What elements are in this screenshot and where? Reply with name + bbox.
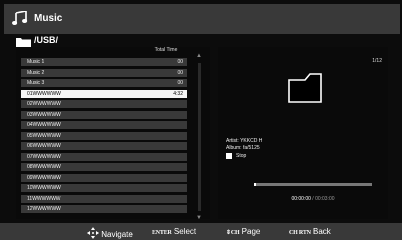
- list-item-name: 08WWWWWW: [27, 164, 61, 170]
- list-item[interactable]: Music 2 00: [21, 68, 187, 77]
- list-item-name: 09WWWWWW: [27, 174, 61, 181]
- list-item[interactable]: 11WWWWWW: [21, 194, 187, 203]
- list-scrollbar[interactable]: ▲ ▼: [194, 53, 206, 221]
- progress-fill: [254, 183, 257, 186]
- hint-select[interactable]: ENTER Select: [152, 227, 196, 236]
- scroll-up-arrow-icon[interactable]: ▲: [196, 53, 202, 59]
- navigate-arrows-icon: [87, 227, 99, 239]
- scroll-track[interactable]: [198, 63, 201, 211]
- folder-large-icon: [288, 73, 322, 103]
- list-item-time: 00: [177, 69, 183, 76]
- total-time: / 00:03:00: [312, 196, 335, 202]
- page-count: 1/12: [372, 58, 382, 64]
- app-header: Music: [4, 4, 400, 34]
- list-item[interactable]: 07WWWWWW: [21, 152, 187, 161]
- hint-navigate-label: Navigate: [101, 230, 133, 239]
- list-item-name: 02WWWWWW: [27, 101, 61, 107]
- total-time-header: Total Time: [154, 47, 178, 53]
- music-note-icon: [12, 11, 28, 25]
- hint-page[interactable]: ⇕CH Page: [226, 227, 260, 236]
- hint-select-label: Select: [173, 227, 197, 236]
- list-item-name: Music 2: [27, 69, 45, 76]
- list-item[interactable]: 04WWWWWW: [21, 121, 187, 129]
- artist-label: Artist: YKKCD H: [226, 138, 263, 144]
- list-item[interactable]: 12WWWWWW: [21, 205, 187, 213]
- list-item-name: 03WWWWWW: [27, 111, 61, 118]
- list-item-name: 05WWWWWW: [27, 132, 61, 139]
- list-item[interactable]: 02WWWWWW: [21, 100, 187, 108]
- info-panel: 1/12 Artist: YKKCD H Album: fa/5125 Stop…: [218, 47, 388, 219]
- list-item-name: Music 3: [27, 80, 45, 86]
- scroll-down-arrow-icon[interactable]: ▼: [196, 215, 202, 221]
- app-title: Music: [34, 13, 63, 24]
- list-item-name: 12WWWWWW: [27, 206, 61, 212]
- ch-updown-key-icon: ⇕CH: [226, 230, 240, 236]
- list-item-name: Music 1: [27, 59, 45, 65]
- list-item-time: 4:32: [173, 90, 183, 97]
- list-item[interactable]: 08WWWWWW: [21, 163, 187, 171]
- list-item-name: 01WWWWWW: [27, 90, 61, 97]
- list-item-time: 00: [177, 59, 183, 65]
- list-item[interactable]: 06WWWWWW: [21, 142, 187, 150]
- progress-bar[interactable]: [254, 183, 372, 186]
- list-item[interactable]: 09WWWWWW: [21, 173, 187, 182]
- playback-time: 00:00:00 / 00:03:00: [254, 196, 372, 202]
- list-item-name: 11WWWWWW: [27, 195, 61, 202]
- hint-navigate[interactable]: Navigate: [87, 227, 133, 239]
- file-list-panel: Total Time Music 1 00 Music 2 00 Music 3 00 01…: [16, 47, 210, 221]
- list-item-name: 07WWWWWW: [27, 153, 61, 160]
- hint-back-label: Back: [313, 227, 331, 236]
- list-item-time: 00: [177, 80, 183, 86]
- stop-label: Stop: [236, 153, 247, 159]
- list-item[interactable]: 05WWWWWW: [21, 131, 187, 140]
- list-item-name: 04WWWWWW: [27, 122, 61, 128]
- hint-back[interactable]: CH RTN Back: [289, 227, 331, 236]
- album-label: Album: fa/5125: [226, 145, 260, 151]
- list-item[interactable]: Music 1 00: [21, 58, 187, 66]
- list-item[interactable]: 10WWWWWW: [21, 184, 187, 192]
- stop-icon: [226, 153, 232, 159]
- current-time: 00:00:00: [291, 196, 311, 202]
- list-item[interactable]: 03WWWWWW: [21, 110, 187, 119]
- ch-rtn-key-icon: CH RTN: [289, 230, 311, 236]
- list-item-name: 10WWWWWW: [27, 185, 61, 191]
- enter-key-icon: ENTER: [152, 230, 172, 236]
- list-item-name: 06WWWWWW: [27, 143, 61, 149]
- list-item[interactable]: 01WWWWWW 4:32: [21, 89, 187, 98]
- hint-page-label: Page: [241, 227, 261, 236]
- path-text: /USB/: [34, 35, 59, 45]
- list-item[interactable]: Music 3 00: [21, 79, 187, 87]
- footer-hints: Navigate ENTER Select ⇕CH Page CH RTN Ba…: [0, 223, 402, 240]
